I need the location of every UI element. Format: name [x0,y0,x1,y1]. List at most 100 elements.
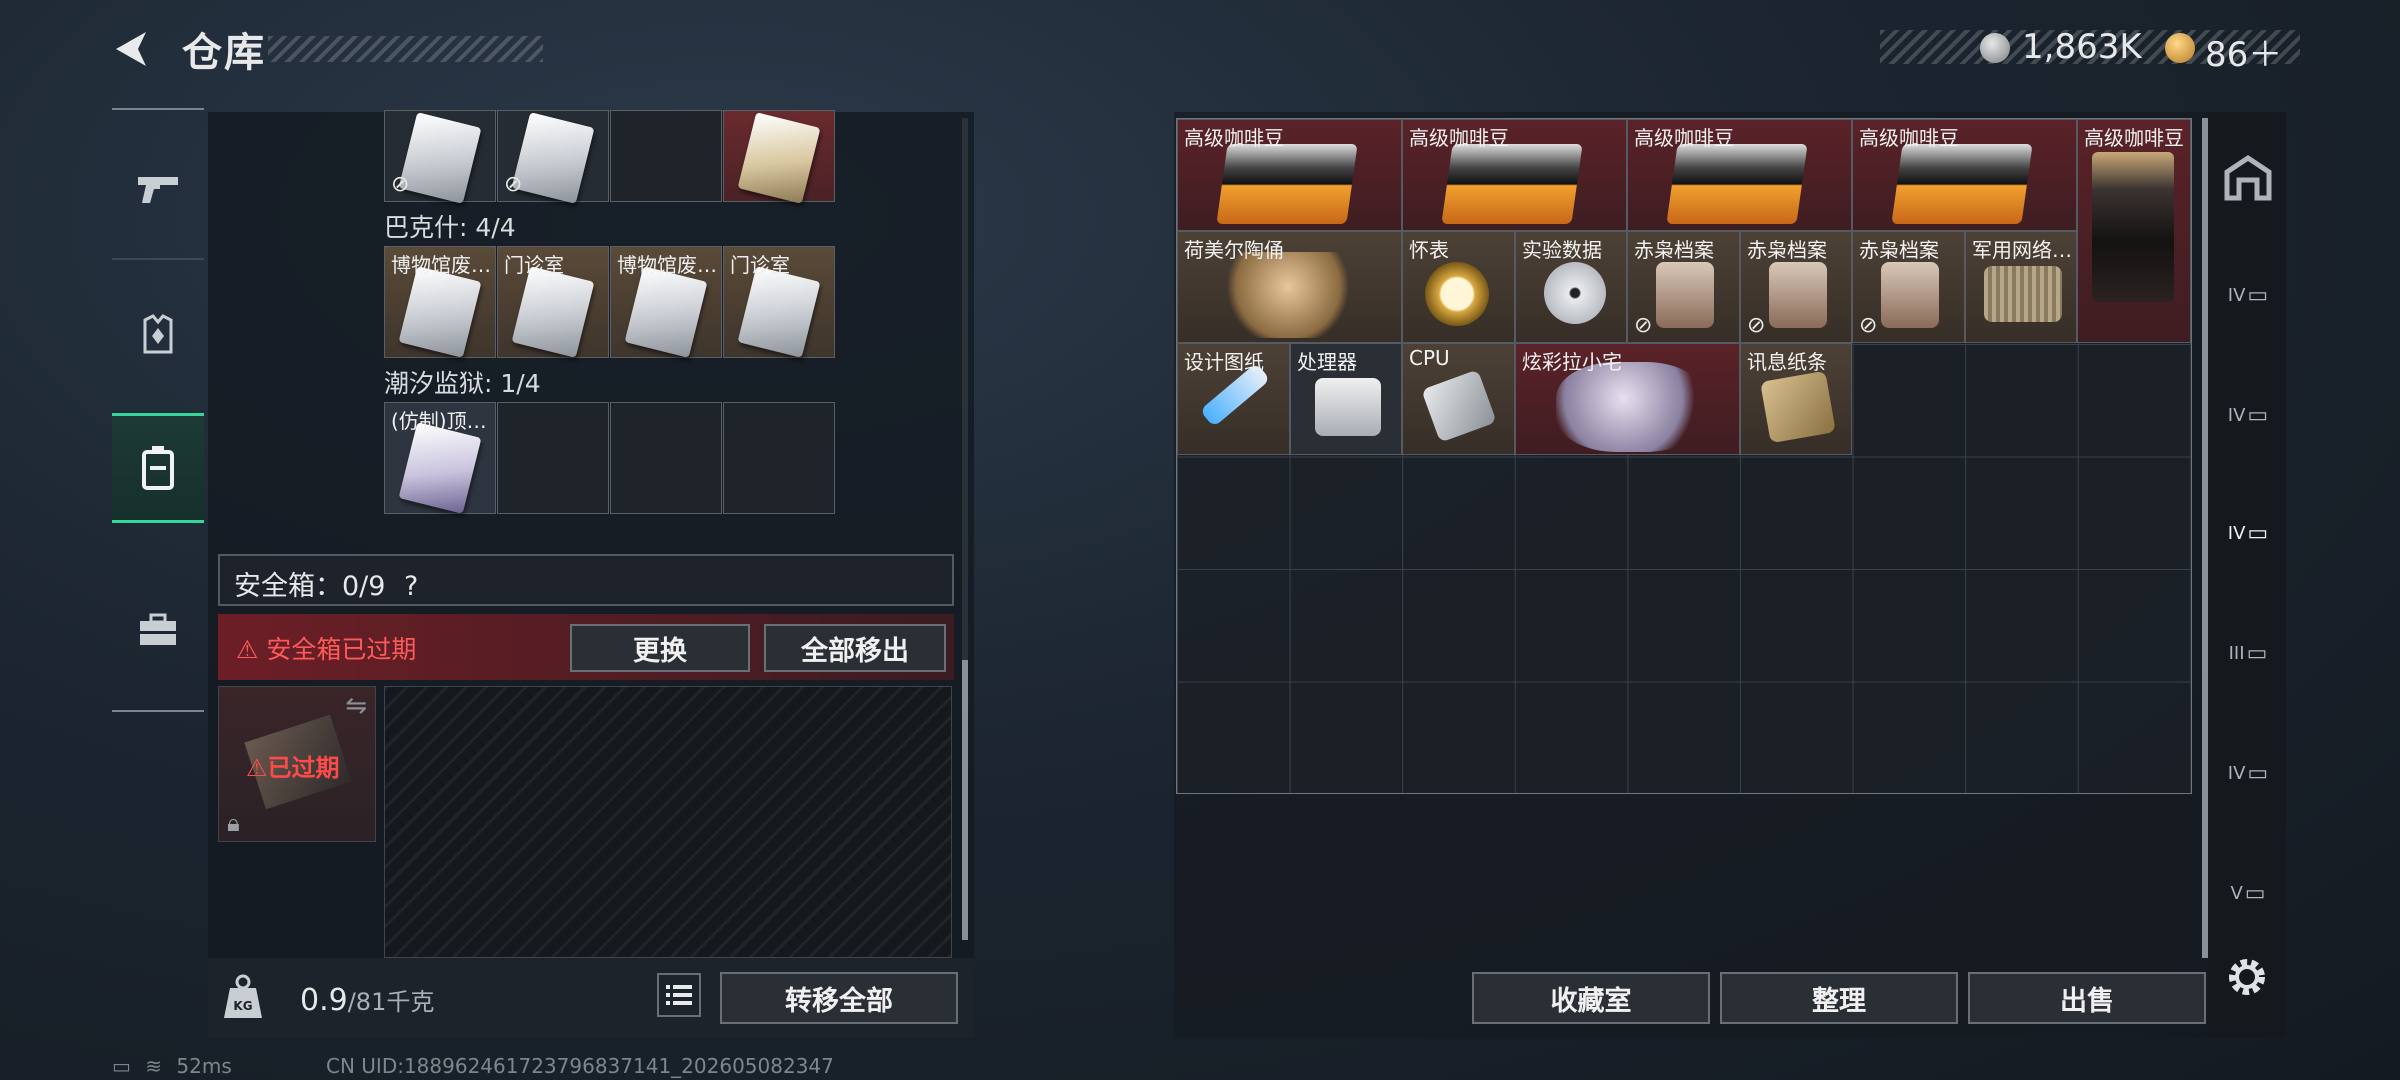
coffee-bag-icon [1891,144,2033,224]
item-file[interactable]: ⊘ 赤枭档案 [1740,231,1852,343]
case-expired-label: ⚠已过期 [246,754,340,782]
empty-slot[interactable] [497,402,609,514]
rail-page-slot[interactable]: IV ▭ [2216,384,2280,446]
weight-icon: KG [222,974,264,1020]
gun-icon [138,177,178,203]
item-coffee[interactable]: 高级咖啡豆 [1177,119,1402,231]
item-slot[interactable] [723,110,835,204]
file-icon [1656,262,1714,328]
item-slot[interactable]: ⊘ [497,110,609,204]
tab-medkit[interactable] [112,575,204,685]
box-icon: IV [2227,284,2246,306]
wifi-icon: ≋ [145,1054,163,1078]
toy-icon [1556,362,1706,452]
item-slot[interactable]: 门诊室 [723,246,835,358]
ping: 52ms [176,1054,232,1078]
help-icon[interactable]: ? [404,571,418,602]
gold-currency[interactable]: 86＋ [2205,27,2282,76]
item-network-device[interactable]: 军用网络… [1965,231,2077,343]
replace-button[interactable]: 更换 [570,624,750,672]
disc-icon [1544,262,1606,324]
cpu-icon [1421,369,1497,443]
keycard-icon [624,266,708,358]
safe-box-label: 安全箱：0/9 [234,571,386,602]
file-icon [1881,262,1939,328]
tab-armor[interactable] [112,280,204,390]
scrollbar-thumb[interactable] [962,660,968,940]
rail-page-slot-active[interactable]: IV ▭ [2216,502,2280,564]
sort-button[interactable]: 整理 [1720,972,1958,1024]
item-note[interactable]: 讯息纸条 [1740,343,1852,455]
processor-icon [1315,378,1381,436]
list-view-button[interactable] [656,972,702,1018]
warning-icon: ⚠ [246,754,268,782]
silver-coin-icon [1980,33,2010,63]
weight-readout: 0.9/81千克 [300,983,435,1018]
lock-icon: 🔒︎ [227,809,240,837]
no-insure-icon: ⊘ [504,172,523,197]
empty-slot[interactable] [723,402,835,514]
file-icon [1769,262,1827,328]
gold-coin-icon [2165,33,2195,63]
item-pocket-watch[interactable]: 怀表 [1402,231,1515,343]
item-slot[interactable]: 博物馆废… [610,246,722,358]
move-all-out-button[interactable]: 全部移出 [764,624,946,672]
sell-button[interactable]: 出售 [1968,972,2206,1024]
back-button[interactable] [108,26,154,72]
title-decoration [268,36,543,62]
item-slot[interactable]: ⊘ [384,110,496,204]
no-insure-icon: ⊘ [391,172,410,197]
list-icon [657,973,701,1017]
figurine-icon [1218,252,1358,338]
empty-slot[interactable] [610,110,722,202]
rail-page-slot[interactable]: IV ▭ [2216,742,2280,804]
tab-weapons[interactable] [112,134,204,244]
rail-page-slot[interactable]: V ▭ [2216,862,2280,924]
warning-icon: ⚠ [236,635,259,664]
status-bar: ▭ ≋ 52ms [112,1054,232,1078]
item-blueprint[interactable]: 设计图纸 [1177,343,1290,455]
item-coffee[interactable]: 高级咖啡豆 [1402,119,1627,231]
toolbox-icon [140,613,176,645]
item-figurine[interactable]: 荷美尔陶俑 [1177,231,1402,343]
item-file[interactable]: ⊘ 赤枭档案 [1627,231,1740,343]
vault-button[interactable]: 收藏室 [1472,972,1710,1024]
item-name: 门诊室 [504,253,564,277]
box-icon: III [2228,642,2245,664]
backpack-icon [142,446,174,490]
item-name: (仿制)顶… [391,409,487,433]
item-coffee[interactable]: 高级咖啡豆 [1627,119,1852,231]
note-icon [1760,370,1836,444]
transfer-all-button[interactable]: 转移全部 [720,972,958,1024]
rail-page-slot[interactable]: IV ▭ [2216,264,2280,326]
no-insure-icon: ⊘ [1747,313,1766,338]
tab-backpack[interactable] [112,413,204,523]
box-icon: IV [2227,762,2246,784]
item-slot[interactable]: (仿制)顶… [384,402,496,514]
silver-currency[interactable]: 1,863K [2022,27,2142,67]
item-data-disc[interactable]: 实验数据 [1515,231,1627,343]
empty-slot[interactable] [610,402,722,514]
user-uid: CN UID:188962461723796837141_20260508234… [326,1054,834,1078]
item-file[interactable]: ⊘ 赤枭档案 [1852,231,1965,343]
item-name: 博物馆废… [617,253,717,277]
keycard-icon [737,266,821,358]
pocket-watch-icon [1425,262,1489,326]
rail-home-slot[interactable] [2216,146,2280,208]
item-toy[interactable]: 炫彩拉小宅 [1515,343,1740,455]
item-processor[interactable]: 处理器 [1290,343,1402,455]
svg-text:KG: KG [233,999,252,1013]
settings-button[interactable] [2222,952,2272,1002]
rail-page-slot[interactable]: III ▭ [2216,622,2280,684]
item-coffee[interactable]: 高级咖啡豆 [2077,119,2191,343]
item-slot[interactable]: 博物馆废… [384,246,496,358]
item-slot[interactable]: 门诊室 [497,246,609,358]
rail-divider [112,258,204,260]
coffee-bag-icon [1216,144,1358,224]
item-cpu[interactable]: CPU [1402,343,1515,455]
keycard-icon [737,112,821,204]
keycard-icon [398,422,482,514]
group-label: 潮汐监狱: 1/4 [384,369,541,398]
box-icon: IV [2227,522,2246,544]
item-coffee[interactable]: 高级咖啡豆 [1852,119,2077,231]
